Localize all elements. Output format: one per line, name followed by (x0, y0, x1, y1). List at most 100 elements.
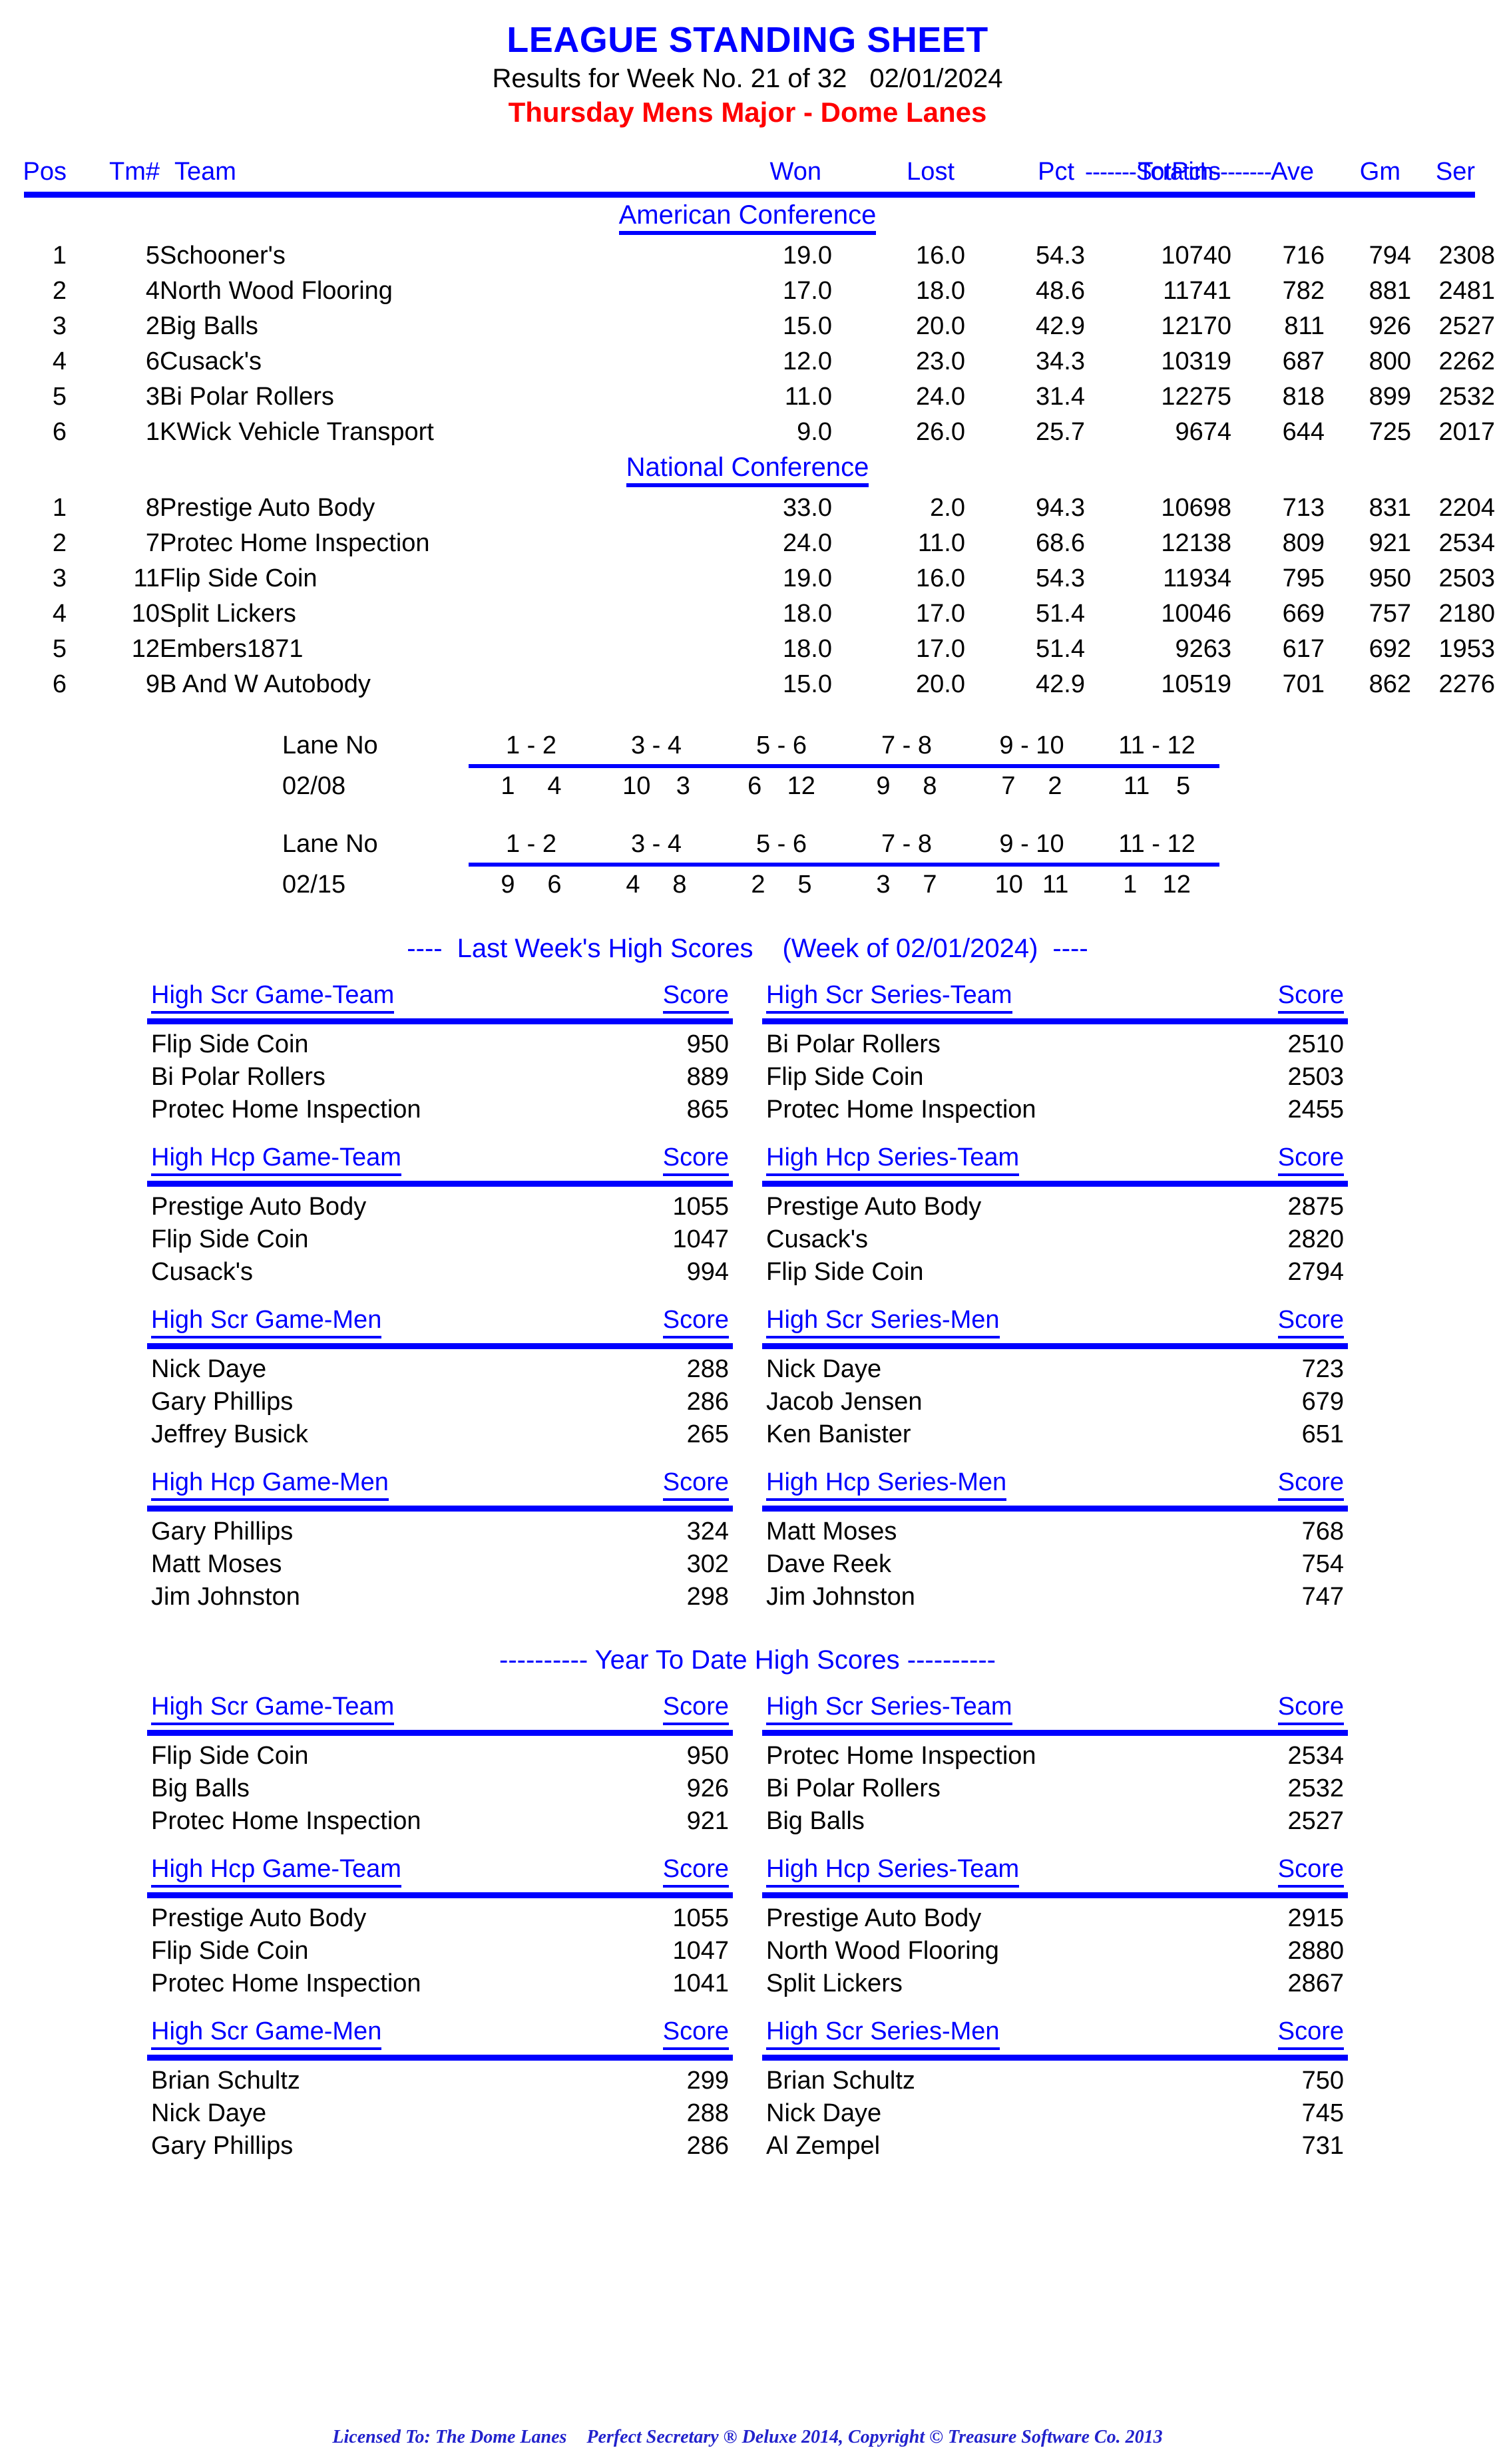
divider (762, 1018, 1348, 1024)
high-score-group: High Hcp Game-Men Score Gary Phillips 324 Ma… (0, 1468, 1495, 1613)
high-score-entry-value: 768 (1301, 1517, 1344, 1545)
standing-ave: 811 (1284, 311, 1325, 340)
lane-matchup-team-b: 12 (1162, 870, 1191, 899)
high-score-block-header: High Scr Series-Team Score (762, 981, 1348, 1015)
col-header-pct: Pct (1038, 157, 1074, 186)
standing-totpins: 10319 (1161, 347, 1231, 375)
divider (762, 2054, 1348, 2061)
lane-matchup-team-a: 11 (1123, 771, 1150, 800)
lane-matchup-row: 02/08 1 4 10 3 6 12 9 8 7 2 11 5 (276, 769, 1219, 803)
list-item: Jim Johnston 298 (147, 1581, 733, 1613)
standing-won: 33.0 (783, 493, 832, 522)
high-score-entry-value: 994 (686, 1257, 729, 1286)
standing-totpins: 12275 (1161, 382, 1231, 411)
standing-pos: 5 (52, 382, 67, 411)
standing-pos: 6 (52, 670, 67, 698)
high-score-block: High Hcp Game-Men Score Gary Phillips 324 Ma… (147, 1468, 733, 1613)
high-score-category-title: High Scr Game-Team (151, 1693, 395, 1725)
high-score-entry-name: Flip Side Coin (151, 1936, 309, 1965)
standing-team-number: 2 (145, 311, 160, 340)
high-score-entry-name: Big Balls (766, 1806, 865, 1835)
list-item: Matt Moses 302 (147, 1548, 733, 1581)
high-score-entry-value: 1055 (672, 1192, 729, 1221)
standing-ser: 2276 (1438, 670, 1495, 698)
high-score-group: High Hcp Game-Team Score Prestige Auto Bod… (0, 1143, 1495, 1289)
divider (147, 1505, 733, 1512)
standing-pos: 1 (52, 493, 67, 522)
standing-team-number: 6 (145, 347, 160, 375)
high-score-block: High Hcp Series-Team Score Prestige Auto B… (762, 1855, 1348, 2000)
col-header-tm: Tm# (109, 157, 160, 186)
high-score-entry-name: Flip Side Coin (151, 1030, 309, 1058)
divider (762, 1505, 1348, 1512)
list-item: Split Lickers 2867 (762, 1967, 1348, 2000)
high-score-group: High Scr Game-Men Score Brian Schultz 299 Ni… (0, 2017, 1495, 2162)
standings-section: -------Scratch-------- Pos Tm# Team Won … (0, 158, 1495, 702)
divider (762, 1180, 1348, 1187)
list-item: Cusack's 994 (147, 1256, 733, 1289)
list-item: Nick Daye 288 (147, 1353, 733, 1386)
standing-pct: 51.4 (1036, 634, 1085, 663)
lane-matchup-team-b: 4 (547, 771, 562, 800)
standing-won: 15.0 (783, 670, 832, 698)
divider (147, 1892, 733, 1898)
conference-heading-row: National Conference (0, 450, 1495, 491)
lane-matchup-team-b: 8 (672, 870, 687, 899)
lane-pair-label: 9 - 10 (999, 829, 1064, 858)
high-score-rows: Matt Moses 768 Dave Reek 754 Jim Johnston 747 (762, 1516, 1348, 1613)
lane-no-label: Lane No (282, 731, 378, 759)
standing-ser: 1953 (1438, 634, 1495, 663)
list-item: Bi Polar Rollers 2510 (762, 1028, 1348, 1061)
standing-team-name: Embers1871 (160, 634, 304, 663)
lane-pair-label: 5 - 6 (755, 731, 807, 759)
list-item: Flip Side Coin 950 (147, 1028, 733, 1061)
high-score-category-title: High Hcp Series-Men (766, 1468, 1007, 1501)
standing-team-number: 3 (145, 382, 160, 411)
standing-gm: 862 (1369, 670, 1411, 698)
table-row: 1 8 Prestige Auto Body 33.0 2.0 94.3 10698 713 8… (0, 491, 1495, 526)
standing-ave: 687 (1282, 347, 1325, 375)
lane-matchup: 48 (594, 868, 719, 902)
standing-totpins: 10740 (1161, 241, 1231, 270)
year-to-date-score-groups: High Scr Game-Team Score Flip Side Coin 950… (0, 1693, 1495, 2162)
table-row: 4 10 Split Lickers 18.0 17.0 51.4 10046 669 757 2… (0, 596, 1495, 632)
high-score-entry-name: Flip Side Coin (151, 1741, 309, 1770)
high-score-score-label: Score (662, 1468, 729, 1501)
high-score-entry-name: Cusack's (766, 1225, 868, 1253)
high-score-block-header: High Hcp Game-Men Score (147, 1468, 733, 1502)
lane-matchup-team-a: 9 (501, 870, 515, 899)
standing-lost: 23.0 (916, 347, 965, 375)
standings-table: Pos Tm# Team Won Lost Pct TotPins Ave Gm… (0, 158, 1495, 702)
standing-totpins: 9674 (1175, 417, 1231, 446)
standing-won: 19.0 (783, 564, 832, 592)
standing-lost: 24.0 (916, 382, 965, 411)
high-score-entry-name: Cusack's (151, 1257, 253, 1286)
list-item: Jeffrey Busick 265 (147, 1418, 733, 1451)
high-score-entry-name: Gary Phillips (151, 1387, 294, 1416)
standing-team-name: Flip Side Coin (160, 564, 318, 592)
high-score-entry-value: 950 (686, 1030, 729, 1058)
standing-ave: 669 (1282, 599, 1325, 628)
high-score-group: High Scr Game-Men Score Nick Daye 288 Gary P… (0, 1306, 1495, 1451)
standing-gm: 926 (1369, 311, 1411, 340)
high-score-category-title: High Hcp Series-Team (766, 1855, 1020, 1888)
high-score-block: High Hcp Series-Men Score Matt Moses 768 Dav… (762, 1468, 1348, 1613)
standing-pos: 4 (52, 599, 67, 628)
list-item: Protec Home Inspection 921 (147, 1805, 733, 1838)
standing-team-name: North Wood Flooring (160, 276, 393, 305)
lane-pair-label: 7 - 8 (881, 829, 933, 858)
lane-matchup-team-a: 9 (876, 771, 891, 800)
standing-pct: 34.3 (1036, 347, 1085, 375)
last-week-heading: ---- Last Week's High Scores (Week of 02/0… (0, 934, 1495, 964)
standing-ser: 2481 (1438, 276, 1495, 305)
col-header-team: Team (174, 157, 236, 186)
standing-ser: 2017 (1438, 417, 1495, 446)
standing-pct: 42.9 (1036, 670, 1085, 698)
high-score-category-title: High Hcp Series-Team (766, 1143, 1020, 1176)
high-score-entry-name: Protec Home Inspection (766, 1095, 1036, 1124)
high-score-entry-name: Bi Polar Rollers (766, 1774, 941, 1802)
high-score-score-label: Score (1277, 1855, 1344, 1888)
standing-team-name: KWick Vehicle Transport (160, 417, 434, 446)
standing-gm: 831 (1369, 493, 1411, 522)
standing-gm: 881 (1369, 276, 1411, 305)
